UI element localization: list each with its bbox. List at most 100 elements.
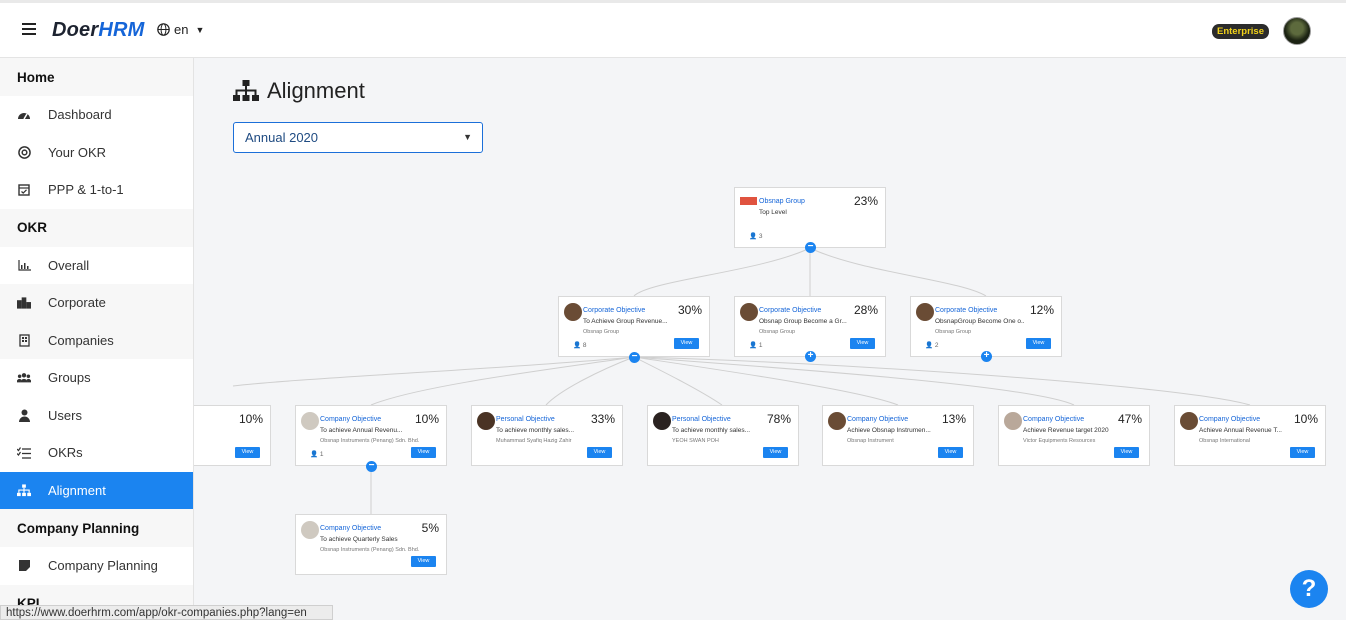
node-description: Achieve Obsnap Instrumen... [847,427,931,434]
expand-toggle-icon[interactable]: + [981,351,992,362]
tree-node-company[interactable]: Company Objective 5% To achieve Quarterl… [295,514,447,575]
tree-node-corporate[interactable]: Corporate Objective 12% ObsnapGroup Beco… [910,296,1062,357]
node-type[interactable]: Company Objective [1199,416,1260,423]
view-button[interactable]: View [411,447,436,458]
chevron-down-icon: ▼ [463,132,472,142]
avatar [564,303,582,321]
sidebar-item-companies[interactable]: Companies [0,321,193,359]
tree-node-company[interactable]: Company Objective 47% Achieve Revenue ta… [998,405,1150,466]
collapse-toggle-icon[interactable]: − [629,352,640,363]
node-count-value: 3 [758,233,763,240]
node-percent: 10% [414,412,439,426]
avatar [1180,412,1198,430]
avatar [477,412,495,430]
sidebar-item-label: Overall [48,257,90,273]
tree-node-root[interactable]: Obsnap Group 23% Top Level 👤 3 [734,187,886,248]
node-type[interactable]: Company Objective [847,416,908,423]
page-title-text: Alignment [267,78,365,103]
avatar [653,412,671,430]
sidebar-item-groups[interactable]: Groups [0,359,193,397]
sidebar-item-label: Corporate [48,295,106,311]
sidebar-item-ppp[interactable]: PPP & 1-to-1 [0,171,193,209]
period-select[interactable]: Annual 2020 ▼ [233,122,483,153]
help-button[interactable]: ? [1290,570,1328,608]
tree-node-company[interactable]: Company Objective 10% Achieve Annual Rev… [1174,405,1326,466]
hamburger-menu-icon[interactable] [22,23,36,35]
avatar [301,521,319,539]
view-button[interactable]: View [763,447,788,458]
node-type[interactable]: Corporate Objective [935,307,997,314]
node-description: To achieve Annual Revenu... [320,427,403,434]
avatar [301,412,319,430]
node-count: 👤 8 [573,342,587,349]
view-button[interactable]: View [1114,447,1139,458]
node-percent: 5% [421,521,439,535]
app-logo[interactable]: DoerHRM [52,19,145,42]
target-icon [17,145,31,159]
sidebar-item-label: PPP & 1-to-1 [48,182,124,198]
sidebar-item-alignment[interactable]: Alignment [0,471,193,509]
node-count: 👤 2 [925,342,939,349]
building-icon [17,333,31,347]
sidebar-item-corporate[interactable]: Corporate [0,284,193,322]
tree-node-personal[interactable]: Personal Objective 33% To achieve monthl… [471,405,623,466]
tree-node-personal[interactable]: Personal Objective 78% To achieve monthl… [647,405,799,466]
node-percent: 47% [1117,412,1142,426]
view-button[interactable]: View [1026,338,1051,349]
view-button[interactable]: View [587,447,612,458]
view-button[interactable]: View [674,338,699,349]
sidebar-item-label: Company Planning [48,558,158,574]
bar-chart-icon [17,258,31,272]
city-icon [17,296,31,310]
node-type[interactable]: Company Objective [1023,416,1084,423]
tree-node-corporate[interactable]: Corporate Objective 30% To Achieve Group… [558,296,710,357]
sidebar-item-label: OKRs [48,445,83,461]
node-percent: 10% [1293,412,1318,426]
collapse-toggle-icon[interactable]: − [366,461,377,472]
sitemap-icon [17,483,31,497]
avatar [1004,412,1022,430]
node-type[interactable]: Corporate Objective [759,307,821,314]
language-label: en [174,22,189,37]
language-selector[interactable]: en ▼ [157,22,204,37]
node-type[interactable]: Personal Objective [496,416,555,423]
tree-node-partial[interactable]: 10% View [194,405,271,466]
sidebar-item-your-okr[interactable]: Your OKR [0,134,193,172]
company-logo [740,197,757,205]
sitemap-icon [233,80,259,101]
collapse-toggle-icon[interactable]: − [805,242,816,253]
sidebar-item-dashboard[interactable]: Dashboard [0,96,193,134]
sidebar-heading-home: Home [0,58,193,96]
user-avatar[interactable] [1283,17,1311,45]
node-type[interactable]: Obsnap Group [759,198,805,205]
tree-node-company[interactable]: Company Objective 10% To achieve Annual … [295,405,447,466]
expand-toggle-icon[interactable]: + [805,351,816,362]
node-type[interactable]: Corporate Objective [583,307,645,314]
sidebar-item-users[interactable]: Users [0,397,193,435]
avatar [916,303,934,321]
view-button[interactable]: View [1290,447,1315,458]
node-type[interactable]: Company Objective [320,416,381,423]
node-type[interactable]: Company Objective [320,525,381,532]
view-button[interactable]: View [235,447,260,458]
node-org: Obsnap Instrument [847,438,894,444]
square-icon [17,559,31,573]
tree-node-corporate[interactable]: Corporate Objective 28% Obsnap Group Bec… [734,296,886,357]
sidebar-item-label: Users [48,407,82,423]
node-org: YEOH SWAN POH [672,438,719,444]
node-org: Obsnap Group [583,329,620,335]
node-description: To achieve Quarterly Sales [320,536,398,543]
view-button[interactable]: View [938,447,963,458]
view-button[interactable]: View [411,556,436,567]
node-percent: 78% [766,412,791,426]
node-org: Victor Equipments Resources [1023,438,1096,444]
view-button[interactable]: View [850,338,875,349]
tree-node-company[interactable]: Company Objective 13% Achieve Obsnap Ins… [822,405,974,466]
node-count: 👤 1 [749,342,763,349]
node-count-value: 8 [582,342,587,349]
node-type[interactable]: Personal Objective [672,416,731,423]
user-icon [17,408,31,422]
sidebar-item-company-planning[interactable]: Company Planning [0,547,193,585]
sidebar-item-overall[interactable]: Overall [0,247,193,285]
sidebar-item-okrs[interactable]: OKRs [0,434,193,472]
